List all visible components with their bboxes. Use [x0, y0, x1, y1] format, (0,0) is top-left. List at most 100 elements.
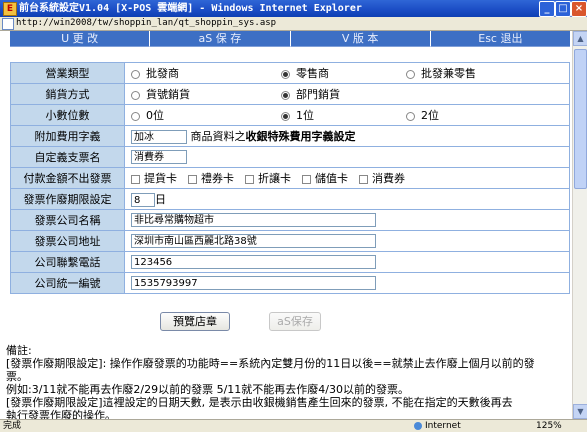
company-phone-cell: 123456	[124, 251, 570, 273]
version-button[interactable]: V 版 本	[290, 31, 431, 47]
company-address-cell: 深圳市南山區西麗北路38號	[124, 230, 570, 252]
extra-fee-input[interactable]: 加冰	[131, 130, 187, 144]
checkbox-gift-card[interactable]	[188, 174, 197, 184]
row-company-phone: 公司聯繫電話 123456	[10, 251, 570, 273]
checkbox-voucher[interactable]	[359, 174, 368, 184]
maximize-button[interactable]: □	[555, 1, 571, 17]
company-tax-id-cell: 1535793997	[124, 272, 570, 294]
row-no-invoice: 付款金額不出發票 提貨卡 禮券卡 折讓卡 儲值卡 消費券	[10, 167, 570, 189]
note-line: 執行發票作廢的操作。	[6, 409, 116, 419]
row-extra-fee: 附加費用字義 加冰 商品資料之收銀特殊費用字義設定	[10, 125, 570, 147]
checkbox-discount-card[interactable]	[245, 174, 254, 184]
void-period-input[interactable]: 8	[131, 193, 155, 207]
radio-item-sales[interactable]	[131, 90, 140, 100]
option-discount-card[interactable]: 折讓卡	[245, 170, 302, 186]
page-content: U 更 改 aS 保 存 V 版 本 Esc 退出 營業類型 批發商 零售商 批發兼…	[0, 31, 572, 419]
row-custom-payment: 自定義支票名 消費券	[10, 146, 570, 168]
exit-button[interactable]: Esc 退出	[430, 31, 570, 47]
status-bar: 完成 Internet 125%	[0, 419, 587, 432]
business-type-label: 營業類型	[10, 62, 125, 84]
company-phone-input[interactable]: 123456	[131, 255, 376, 269]
sales-mode-label: 銷貨方式	[10, 83, 125, 105]
option-stored-value-card[interactable]: 儲值卡	[302, 170, 359, 186]
app-icon: E	[3, 2, 17, 16]
scroll-down-icon[interactable]: ▼	[573, 404, 587, 419]
radio-wholesale-retail[interactable]	[406, 69, 415, 79]
save-toolbar-button[interactable]: aS 保 存	[150, 31, 291, 47]
radio-wholesale[interactable]	[131, 69, 140, 79]
function-key-toolbar: U 更 改 aS 保 存 V 版 本 Esc 退出	[10, 31, 570, 47]
window-title: 前台系統設定V1.04 [X-POS 雲端網] - Windows Intern…	[19, 3, 362, 14]
row-sales-mode: 銷貨方式 貨號銷貨 部門銷貨	[10, 83, 570, 105]
decimals-label: 小數位數	[10, 104, 125, 126]
option-gift-card[interactable]: 禮券卡	[188, 170, 245, 186]
option-pickup-card[interactable]: 提貨卡	[131, 170, 188, 186]
checkbox-stored-value-card[interactable]	[302, 174, 311, 184]
decimals-options: 0位 1位 2位	[124, 104, 570, 126]
no-invoice-label: 付款金額不出發票	[10, 167, 125, 189]
update-button[interactable]: U 更 改	[10, 31, 151, 47]
note-line: [發票作廢期限設定]: 操作作廢發票的功能時==系統內定雙月份的11日以後==就…	[6, 357, 535, 370]
custom-payment-input[interactable]: 消費券	[131, 150, 187, 164]
vertical-scrollbar[interactable]: ▲ ▼	[572, 31, 587, 419]
note-line: [發票作廢期限設定]這裡設定的日期天數, 是表示由收銀機銷售產生回來的發票, 不…	[6, 396, 513, 409]
option-wholesale-retail[interactable]: 批發兼零售	[406, 65, 476, 81]
row-company-name: 發票公司名稱 非比尋常購物超市	[10, 209, 570, 231]
option-department-sales[interactable]: 部門銷貨	[281, 86, 340, 102]
extra-fee-label: 附加費用字義	[10, 125, 125, 147]
minimize-button[interactable]: _	[539, 1, 555, 17]
scroll-up-icon[interactable]: ▲	[573, 31, 587, 46]
company-address-label: 發票公司地址	[10, 230, 125, 252]
status-text: 完成	[3, 421, 22, 431]
option-retail[interactable]: 零售商	[281, 65, 406, 81]
radio-retail[interactable]	[281, 69, 290, 79]
custom-payment-label: 自定義支票名	[10, 146, 125, 168]
company-tax-id-label: 公司統一編號	[10, 272, 125, 294]
security-zone: Internet	[414, 420, 461, 432]
note-line: 例如:3/11就不能再去作廢2/29以前的發票 5/11就不能再去作廢4/30以…	[6, 383, 410, 396]
row-decimals: 小數位數 0位 1位 2位	[10, 104, 570, 126]
zoom-level[interactable]: 125%	[536, 420, 562, 432]
page-icon	[2, 18, 14, 30]
void-period-cell: 8日	[124, 188, 570, 210]
void-period-unit: 日	[155, 193, 166, 206]
option-voucher[interactable]: 消費券	[359, 170, 405, 186]
option-wholesale[interactable]: 批發商	[131, 65, 281, 81]
close-button[interactable]: ×	[571, 1, 587, 17]
business-type-options: 批發商 零售商 批發兼零售	[124, 62, 570, 84]
void-period-label: 發票作廢期限設定	[10, 188, 125, 210]
save-button[interactable]: aS保存	[269, 312, 321, 331]
row-company-address: 發票公司地址 深圳市南山區西麗北路38號	[10, 230, 570, 252]
radio-department-sales[interactable]	[281, 90, 290, 100]
row-business-type: 營業類型 批發商 零售商 批發兼零售	[10, 62, 570, 84]
company-address-input[interactable]: 深圳市南山區西麗北路38號	[131, 234, 376, 248]
company-tax-id-input[interactable]: 1535793997	[131, 276, 376, 290]
address-bar[interactable]: http://win2008/tw/shoppin_lan/qt_shoppin…	[0, 17, 587, 31]
radio-decimals-2[interactable]	[406, 111, 415, 121]
company-name-label: 發票公司名稱	[10, 209, 125, 231]
company-phone-label: 公司聯繫電話	[10, 251, 125, 273]
option-item-sales[interactable]: 貨號銷貨	[131, 86, 281, 102]
company-name-input[interactable]: 非比尋常購物超市	[131, 213, 376, 227]
preview-stamp-button[interactable]: 預覽店章	[160, 312, 230, 331]
row-void-period: 發票作廢期限設定 8日	[10, 188, 570, 210]
option-decimals-1[interactable]: 1位	[281, 107, 406, 123]
scroll-thumb[interactable]	[574, 49, 587, 189]
radio-decimals-0[interactable]	[131, 111, 140, 121]
sales-mode-options: 貨號銷貨 部門銷貨	[124, 83, 570, 105]
window-titlebar: E 前台系統設定V1.04 [X-POS 雲端網] - Windows Inte…	[0, 0, 587, 17]
checkbox-pickup-card[interactable]	[131, 174, 140, 184]
radio-decimals-1[interactable]	[281, 111, 290, 121]
notes-heading: 備註:	[6, 344, 32, 357]
option-decimals-0[interactable]: 0位	[131, 107, 281, 123]
settings-form: 營業類型 批發商 零售商 批發兼零售 銷貨方式 貨號銷貨 部門銷貨 小數位數 0位 1位…	[10, 62, 570, 294]
custom-payment-cell: 消費券	[124, 146, 570, 168]
no-invoice-options: 提貨卡 禮券卡 折讓卡 儲值卡 消費券	[124, 167, 570, 189]
option-decimals-2[interactable]: 2位	[406, 107, 439, 123]
extra-fee-cell: 加冰 商品資料之收銀特殊費用字義設定	[124, 125, 570, 147]
company-name-cell: 非比尋常購物超市	[124, 209, 570, 231]
row-company-tax-id: 公司統一編號 1535793997	[10, 272, 570, 294]
address-url[interactable]: http://win2008/tw/shoppin_lan/qt_shoppin…	[16, 17, 276, 30]
globe-icon	[414, 421, 422, 430]
notes-section: 備註: [發票作廢期限設定]: 操作作廢發票的功能時==系統內定雙月份的11日以…	[6, 344, 572, 419]
